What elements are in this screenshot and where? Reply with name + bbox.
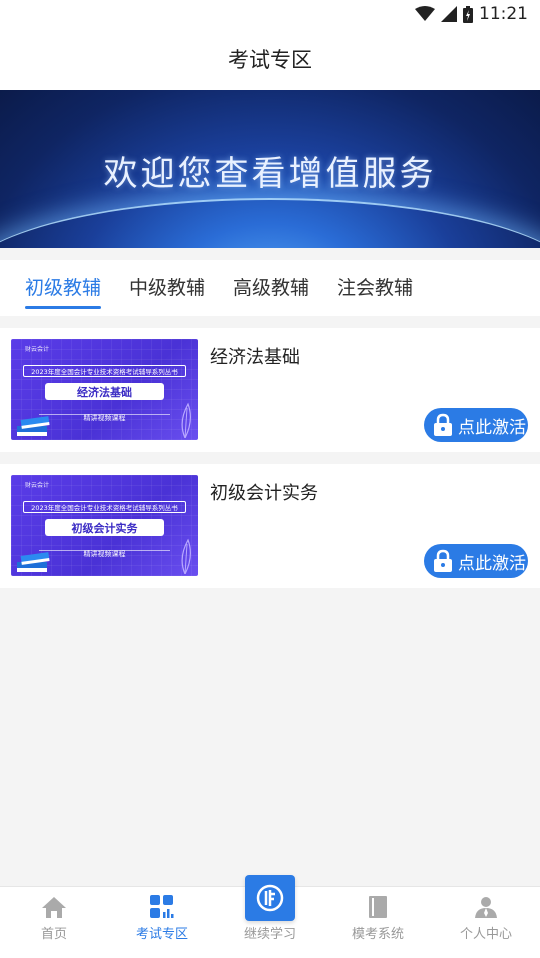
thumb-series: 2023年度全国会计专业技术资格考试辅导系列丛书 xyxy=(23,365,186,377)
thumb-title: 经济法基础 xyxy=(45,383,164,400)
grid-chart-icon xyxy=(150,895,174,918)
nav-home-label: 首页 xyxy=(40,927,67,942)
nav-exam-zone-label: 考试专区 xyxy=(135,927,188,942)
nav-mock-exam[interactable]: 模考系统 xyxy=(324,887,432,958)
level-tabs: 初级教辅 中级教辅 高级教辅 注会教辅 xyxy=(0,260,540,316)
book-icon xyxy=(369,896,387,918)
course-card[interactable]: 财云会计 2023年度全国会计专业技术资格考试辅导系列丛书 经济法基础 精讲视频… xyxy=(0,328,540,452)
nav-continue-study-label: 继续学习 xyxy=(243,927,296,942)
nav-profile[interactable]: 个人中心 xyxy=(432,887,540,958)
banner-arc-decoration xyxy=(0,198,540,248)
course-card[interactable]: 财云会计 2023年度全国会计专业技术资格考试辅导系列丛书 初级会计实务 精讲视… xyxy=(0,464,540,588)
activate-label: 点此激活 xyxy=(458,553,526,574)
lock-icon xyxy=(434,413,452,436)
home-icon xyxy=(42,897,66,918)
page-title: 考试专区 xyxy=(0,28,540,90)
thumb-brand: 财云会计 xyxy=(25,482,50,489)
nav-profile-label: 个人中心 xyxy=(459,927,512,942)
clock: 11:21 xyxy=(479,4,528,24)
signal-icon xyxy=(441,6,457,22)
banner-text: 欢迎您查看增值服务 xyxy=(103,154,437,194)
activate-button[interactable]: 点此激活 xyxy=(424,544,528,578)
wifi-icon xyxy=(415,6,435,21)
books-icon xyxy=(17,416,50,436)
status-bar: 11:21 xyxy=(0,0,540,28)
thumb-series: 2023年度全国会计专业技术资格考试辅导系列丛书 xyxy=(23,501,186,513)
thumb-title: 初级会计实务 xyxy=(45,519,164,536)
tab-junior[interactable]: 初级教辅 xyxy=(25,273,102,309)
continue-study-icon xyxy=(245,875,295,921)
course-name: 初级会计实务 xyxy=(210,483,318,504)
course-thumbnail[interactable]: 财云会计 2023年度全国会计专业技术资格考试辅导系列丛书 初级会计实务 精讲视… xyxy=(11,475,198,576)
tab-cpa[interactable]: 注会教辅 xyxy=(337,273,413,304)
nav-mock-exam-label: 模考系统 xyxy=(351,927,404,942)
bottom-navigation: 首页 考试专区 继续学习 模考系统 个人中心 xyxy=(0,875,540,958)
value-added-banner[interactable]: 欢迎您查看增值服务 xyxy=(0,90,540,248)
activate-label: 点此激活 xyxy=(458,417,526,438)
books-icon xyxy=(17,552,50,572)
battery-icon xyxy=(463,5,473,23)
course-thumbnail[interactable]: 财云会计 2023年度全国会计专业技术资格考试辅导系列丛书 经济法基础 精讲视频… xyxy=(11,339,198,440)
person-icon xyxy=(475,897,497,918)
nav-exam-zone[interactable]: 考试专区 xyxy=(108,887,216,958)
tab-intermediate[interactable]: 中级教辅 xyxy=(129,273,205,304)
activate-button[interactable]: 点此激活 xyxy=(424,408,528,442)
thumb-brand: 财云会计 xyxy=(25,346,50,353)
leaf-decoration-icon xyxy=(181,538,191,574)
nav-continue-study[interactable]: 继续学习 xyxy=(216,875,324,958)
course-name: 经济法基础 xyxy=(210,347,300,368)
nav-home[interactable]: 首页 xyxy=(0,887,108,958)
lock-icon xyxy=(434,549,452,572)
tab-senior[interactable]: 高级教辅 xyxy=(233,273,309,304)
leaf-decoration-icon xyxy=(181,402,191,438)
